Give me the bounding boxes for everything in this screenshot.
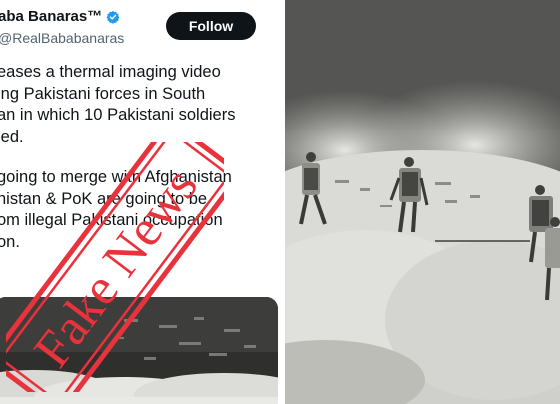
tweet-text-line: eases a thermal imaging video	[0, 63, 221, 81]
follow-button[interactable]: Follow	[166, 12, 256, 40]
author-name[interactable]: aba Banaras™	[0, 8, 120, 25]
tweet-text-line: ing Pakistani forces in South	[0, 84, 206, 103]
verified-badge-icon	[106, 10, 120, 24]
thermal-scene	[285, 0, 560, 404]
tweet-text-line: an in which 10 Pakistani soldiers	[0, 106, 236, 124]
author-handle-text: RealBababanaras	[12, 30, 125, 46]
fake-news-stamp-graphic: Fake News	[0, 122, 239, 404]
author-name-label: aba Banaras™	[0, 8, 103, 25]
thermal-video-frame	[285, 0, 560, 404]
fake-news-stamp: Fake News	[0, 122, 239, 404]
author-handle[interactable]: @RealBababanaras	[0, 30, 124, 46]
